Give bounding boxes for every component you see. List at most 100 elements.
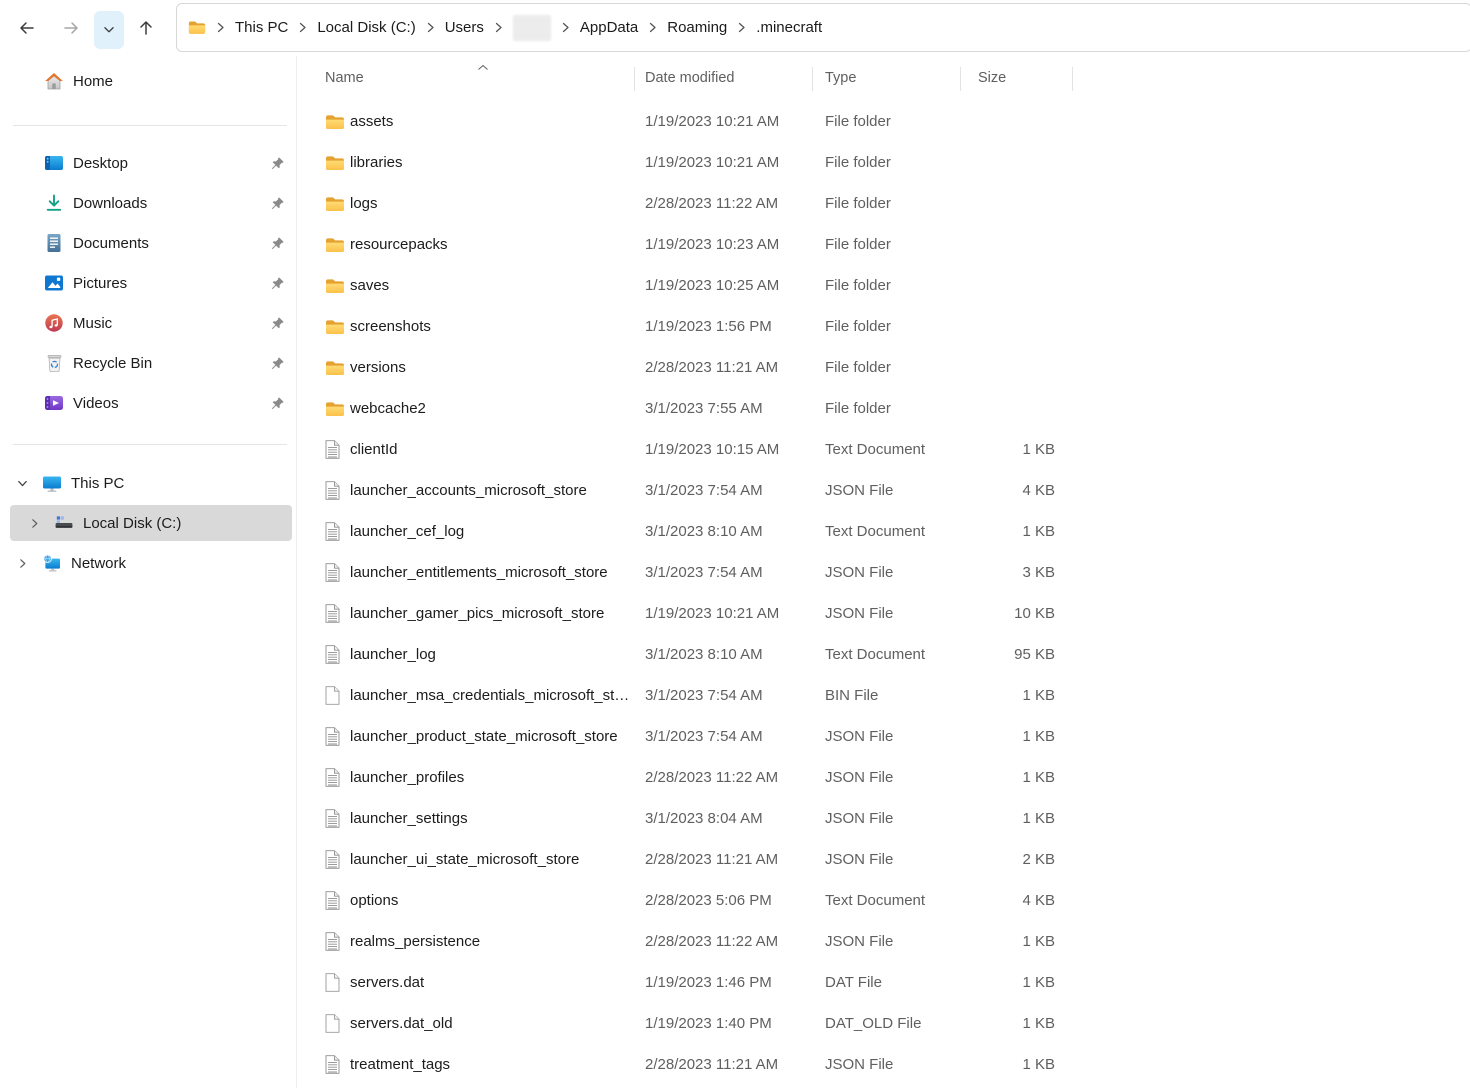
file-size: 1 KB — [967, 933, 1055, 950]
file-row[interactable]: clientId 1/19/2023 10:15 AM Text Documen… — [297, 429, 1470, 470]
file-row[interactable]: webcache2 3/1/2023 7:55 AM File folder — [297, 388, 1470, 429]
forward-arrow-icon — [61, 18, 81, 38]
column-headers: Name Date modified Type Size — [297, 56, 1470, 101]
breadcrumb-item-users[interactable]: Users — [443, 16, 486, 39]
breadcrumb-item-appdata[interactable]: AppData — [578, 16, 640, 39]
file-row[interactable]: launcher_profiles 2/28/2023 11:22 AM JSO… — [297, 757, 1470, 798]
file-date-modified: 2/28/2023 11:22 AM — [645, 195, 825, 212]
file-row[interactable]: launcher_entitlements_microsoft_store 3/… — [297, 552, 1470, 593]
file-date-modified: 1/19/2023 10:25 AM — [645, 277, 825, 294]
file-type: JSON File — [825, 810, 967, 827]
file-row[interactable]: treatment_tags 2/28/2023 11:21 AM JSON F… — [297, 1044, 1470, 1085]
chevron-down-icon[interactable] — [14, 475, 30, 491]
sidebar-item-local-disk-c[interactable]: Local Disk (C:) — [0, 503, 296, 543]
file-date-modified: 3/1/2023 7:55 AM — [645, 400, 825, 417]
file-type: JSON File — [825, 1056, 967, 1073]
file-row[interactable]: saves 1/19/2023 10:25 AM File folder — [297, 265, 1470, 306]
file-size: 95 KB — [967, 646, 1055, 663]
file-type: BIN File — [825, 687, 967, 704]
chevron-right-icon[interactable] — [14, 555, 30, 571]
file-row[interactable]: logs 2/28/2023 11:22 AM File folder — [297, 183, 1470, 224]
sidebar-item-this-pc[interactable]: This PC — [0, 463, 296, 503]
column-divider[interactable] — [812, 67, 813, 91]
column-header-date-modified[interactable]: Date modified — [645, 70, 734, 86]
chevron-right-icon[interactable] — [26, 515, 42, 531]
sidebar-item-home[interactable]: Home — [0, 63, 296, 99]
file-row[interactable]: launcher_ui_state_microsoft_store 2/28/2… — [297, 839, 1470, 880]
sidebar-item-pictures[interactable]: Pictures — [0, 263, 296, 303]
column-header-name[interactable]: Name — [325, 70, 364, 86]
file-date-modified: 2/28/2023 11:21 AM — [645, 1056, 825, 1073]
breadcrumb-separator-icon — [738, 22, 745, 33]
sidebar-item-recycle-bin[interactable]: Recycle Bin — [0, 343, 296, 383]
file-size: 1 KB — [967, 810, 1055, 827]
file-name: logs — [346, 195, 645, 212]
breadcrumb-item-roaming[interactable]: Roaming — [665, 16, 729, 39]
sidebar-item-label: This PC — [71, 475, 124, 492]
pin-icon[interactable] — [270, 396, 285, 411]
up-button[interactable] — [131, 13, 161, 43]
breadcrumb-item-minecraft[interactable]: .minecraft — [754, 16, 824, 39]
file-type: File folder — [825, 195, 967, 212]
file-row[interactable]: launcher_msa_credentials_microsoft_stor.… — [297, 675, 1470, 716]
file-name: versions — [346, 359, 645, 376]
file-row[interactable]: launcher_cef_log 3/1/2023 8:10 AM Text D… — [297, 511, 1470, 552]
pin-icon[interactable] — [270, 276, 285, 291]
file-row[interactable]: servers.dat 1/19/2023 1:46 PM DAT File 1… — [297, 962, 1470, 1003]
pin-icon[interactable] — [270, 156, 285, 171]
folder-icon — [325, 196, 345, 212]
breadcrumb-item-local-disk[interactable]: Local Disk (C:) — [315, 16, 417, 39]
sidebar-item-videos[interactable]: Videos — [0, 383, 296, 423]
file-name: launcher_settings — [346, 810, 645, 827]
column-header-type[interactable]: Type — [825, 70, 856, 86]
file-size: 1 KB — [967, 1015, 1055, 1032]
document-icon — [325, 440, 340, 459]
file-type: JSON File — [825, 769, 967, 786]
file-type: File folder — [825, 113, 967, 130]
up-arrow-icon — [136, 18, 156, 38]
pin-icon[interactable] — [270, 196, 285, 211]
sidebar-item-label: Videos — [73, 395, 119, 412]
address-bar[interactable]: This PC Local Disk (C:) Users AppData Ro… — [176, 3, 1470, 52]
recycle-bin-icon — [44, 353, 64, 373]
pin-icon[interactable] — [270, 356, 285, 371]
sidebar-item-network[interactable]: Network — [0, 543, 296, 583]
file-row[interactable]: resourcepacks 1/19/2023 10:23 AM File fo… — [297, 224, 1470, 265]
file-row[interactable]: launcher_log 3/1/2023 8:10 AM Text Docum… — [297, 634, 1470, 675]
column-divider[interactable] — [1072, 67, 1073, 91]
sidebar-item-music[interactable]: Music — [0, 303, 296, 343]
sidebar-item-documents[interactable]: Documents — [0, 223, 296, 263]
file-row[interactable]: options 2/28/2023 5:06 PM Text Document … — [297, 880, 1470, 921]
sidebar-item-desktop[interactable]: Desktop — [0, 143, 296, 183]
breadcrumb-redacted-username[interactable] — [513, 15, 551, 41]
file-row[interactable]: launcher_accounts_microsoft_store 3/1/20… — [297, 470, 1470, 511]
folder-icon — [188, 20, 206, 35]
file-row[interactable]: launcher_gamer_pics_microsoft_store 1/19… — [297, 593, 1470, 634]
column-divider[interactable] — [634, 67, 635, 91]
file-row[interactable]: launcher_settings 3/1/2023 8:04 AM JSON … — [297, 798, 1470, 839]
recent-locations-button[interactable] — [94, 11, 124, 49]
file-row[interactable]: servers.dat_old 1/19/2023 1:40 PM DAT_OL… — [297, 1003, 1470, 1044]
file-row[interactable]: versions 2/28/2023 11:21 AM File folder — [297, 347, 1470, 388]
forward-button[interactable] — [56, 13, 86, 43]
file-row[interactable]: assets 1/19/2023 10:21 AM File folder — [297, 101, 1470, 142]
file-row[interactable]: screenshots 1/19/2023 1:56 PM File folde… — [297, 306, 1470, 347]
file-date-modified: 2/28/2023 11:22 AM — [645, 933, 825, 950]
file-row[interactable]: launcher_product_state_microsoft_store 3… — [297, 716, 1470, 757]
breadcrumb-item-this-pc[interactable]: This PC — [233, 16, 290, 39]
pin-icon[interactable] — [270, 316, 285, 331]
folder-icon — [325, 114, 345, 130]
sidebar-item-downloads[interactable]: Downloads — [0, 183, 296, 223]
file-type: Text Document — [825, 523, 967, 540]
pin-icon[interactable] — [270, 236, 285, 251]
file-row[interactable]: libraries 1/19/2023 10:21 AM File folder — [297, 142, 1470, 183]
file-name: options — [346, 892, 645, 909]
file-size: 4 KB — [967, 482, 1055, 499]
file-row[interactable]: realms_persistence 2/28/2023 11:22 AM JS… — [297, 921, 1470, 962]
back-button[interactable] — [12, 13, 42, 43]
column-header-size[interactable]: Size — [978, 70, 1006, 86]
column-divider[interactable] — [960, 67, 961, 91]
sort-ascending-icon — [477, 58, 489, 75]
sidebar: Home Desktop Downloads — [0, 56, 297, 1088]
file-name: launcher_accounts_microsoft_store — [346, 482, 645, 499]
